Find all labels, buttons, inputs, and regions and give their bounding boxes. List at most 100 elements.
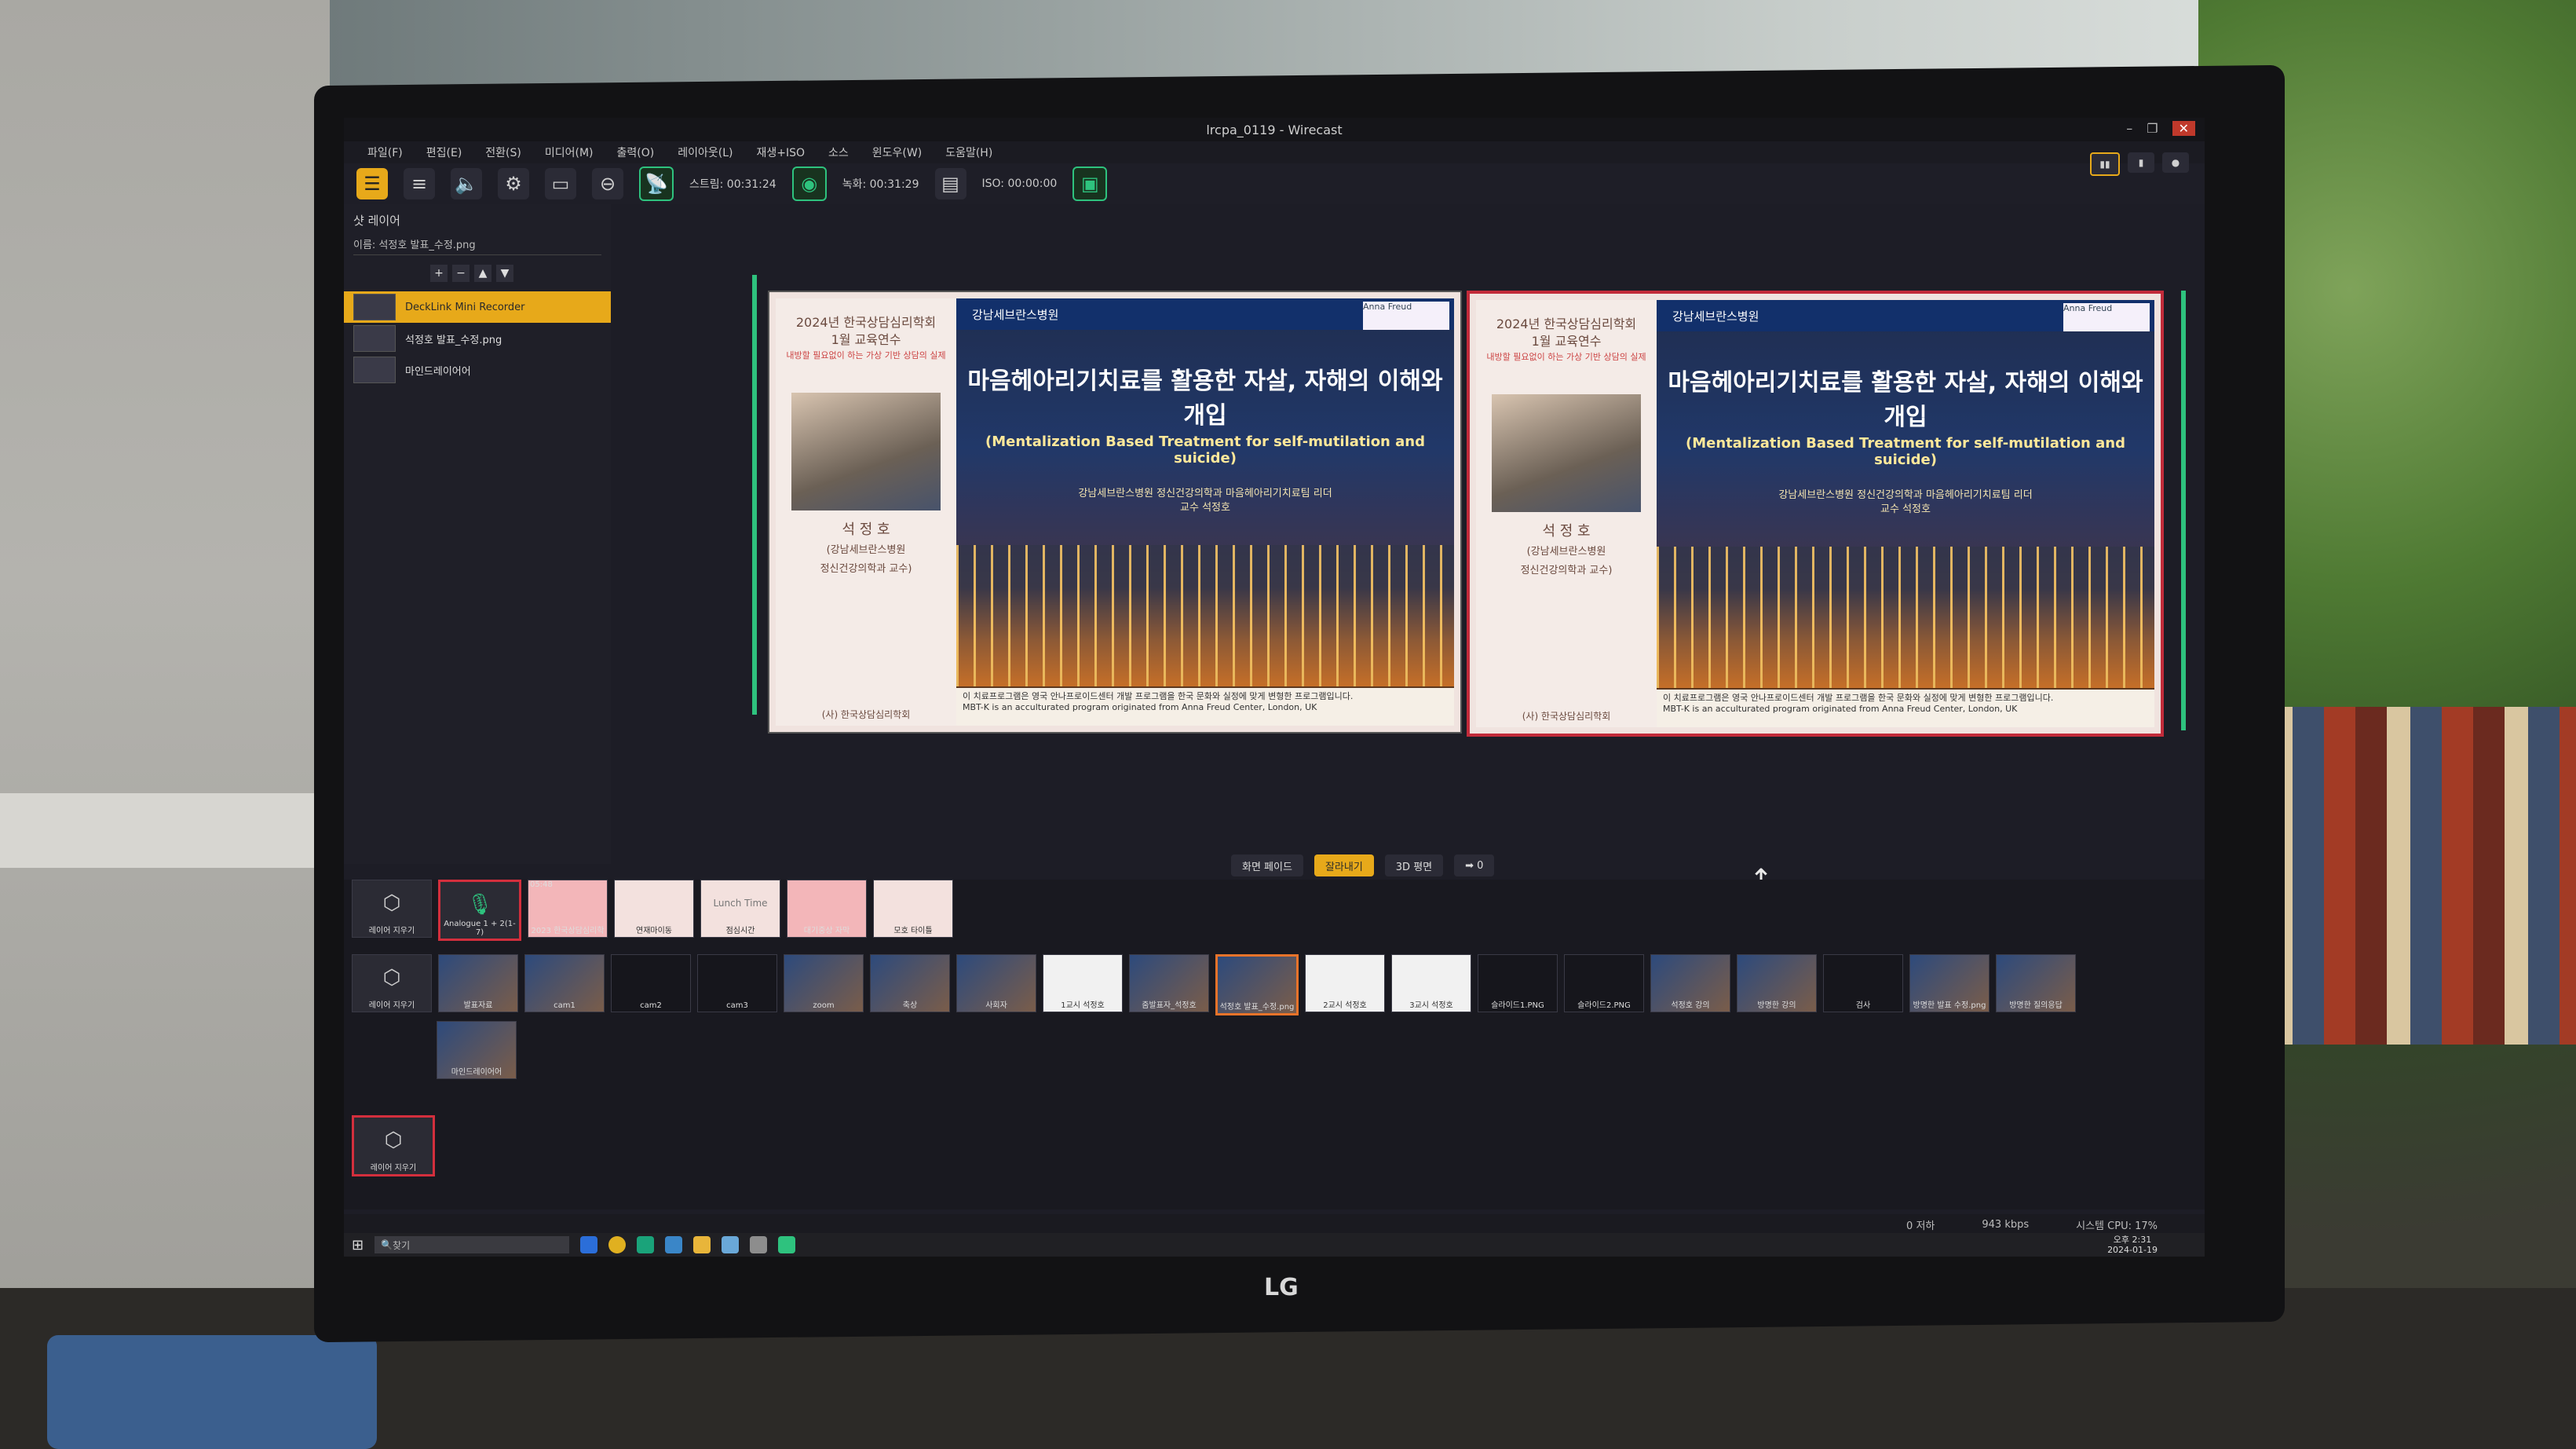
stream-icon[interactable]: 📡 — [639, 166, 674, 201]
shot-tile[interactable]: 발표자료 — [438, 954, 518, 1012]
cpu-usage: 시스템 CPU: 17% — [2076, 1220, 2158, 1232]
shot-tile[interactable]: 대기중상 자막 — [787, 880, 867, 938]
edge-icon[interactable] — [580, 1236, 598, 1253]
slide-presenter-name: 교수 석정호 — [1880, 503, 1931, 515]
shot-tile[interactable]: 검사 — [1823, 954, 1903, 1012]
transition-speed-button[interactable]: ➡ 0 — [1454, 854, 1495, 876]
menu-output[interactable]: 출력(O) — [617, 145, 655, 160]
sidebar-footer-org: (사) 한국상담심리학회 — [821, 709, 911, 720]
minimize-button[interactable]: – — [2126, 121, 2132, 136]
shot-duration-badge: 05:48 — [530, 880, 553, 889]
transition-mode-select[interactable]: 3D 평면 — [1384, 854, 1444, 876]
stream-timer: 스트림: 00:31:24 — [689, 178, 776, 191]
shot-tile[interactable]: 연재마이동 — [614, 880, 694, 938]
slide-presenter: 강남세브란스병원 정신건강의학과 마음헤아리기치료팀 리더 — [1078, 488, 1332, 499]
shot-tile[interactable]: 마인드레이어어 — [437, 1021, 517, 1079]
dual-view-button[interactable]: ▮▮ — [2090, 152, 2120, 176]
shot-tile[interactable]: 방명한 질의응답 — [1996, 954, 2076, 1012]
live-output-pane[interactable]: 2024년 한국상담심리학회 1월 교육연수 내방할 필요없이 하는 가상 기반… — [1467, 291, 2164, 737]
shot-tile[interactable]: 1교시 석정호 — [1043, 954, 1123, 1012]
iso-icon[interactable]: ▤ — [934, 168, 966, 199]
close-button[interactable]: ✕ — [2172, 121, 2195, 136]
city-night-image — [956, 545, 1454, 686]
slide-title: 마음헤아리기치료를 활용한 자살, 자해의 이해와 개입 — [1668, 369, 2143, 431]
shot-tile[interactable]: 슬라이드1.PNG — [1478, 954, 1558, 1012]
shot-tile[interactable]: 모호 타이틀 — [873, 880, 953, 938]
shot-tile[interactable]: 방명한 발표 수정.png — [1909, 954, 1990, 1012]
app-icon[interactable] — [722, 1236, 740, 1253]
edit-icon[interactable]: ▭ — [545, 168, 576, 199]
minus-circle-icon[interactable]: ⊖ — [592, 168, 623, 199]
menu-switch[interactable]: 전환(S) — [485, 145, 521, 160]
layers-icon: ⬡ — [382, 891, 401, 915]
go-button[interactable]: 잘라내기 — [1314, 854, 1374, 876]
app-icon[interactable] — [750, 1236, 768, 1253]
menu-source[interactable]: 소스 — [828, 145, 849, 160]
shot-tile[interactable]: 사회자 — [956, 954, 1036, 1012]
app-icon[interactable] — [637, 1236, 655, 1253]
layer-item[interactable]: 마인드레이어어 — [344, 354, 611, 386]
shot-tile[interactable]: 슬라이드2.PNG — [1564, 954, 1644, 1012]
shot-tile[interactable]: 🎙 Analogue 1 + 2(1-7) — [438, 880, 521, 941]
taskbar-search-input[interactable]: 🔍 찾기 — [375, 1236, 570, 1253]
menu-playback-iso[interactable]: 재생+ISO — [756, 145, 805, 160]
shot-tile-selected[interactable]: 석정호 발표_수정.png — [1215, 954, 1299, 1015]
menu-media[interactable]: 미디어(M) — [545, 145, 594, 160]
shot-tile[interactable]: 줌발표자_석정호 — [1129, 954, 1209, 1012]
layer-item[interactable]: 석정호 발표_수정.png — [344, 323, 611, 354]
record-icon[interactable]: ◉ — [791, 166, 827, 201]
layer-label: 마인드레이어어 — [405, 365, 471, 378]
shot-tile[interactable]: cam1 — [524, 954, 605, 1012]
shot-tile[interactable]: Lunch Time 점심시간 — [700, 880, 780, 938]
maximize-button[interactable]: ❐ — [2147, 121, 2158, 136]
shot-row-1: ⬡ 레이어 지우기 🎙 Analogue 1 + 2(1-7) 05:48 2023 … — [352, 880, 953, 941]
move-layer-down-button[interactable]: ▼ — [496, 265, 513, 282]
layers-icon: ⬡ — [384, 1129, 403, 1152]
live-audio-meter — [2181, 291, 2186, 730]
menu-file[interactable]: 파일(F) — [367, 145, 403, 160]
shot-tile[interactable]: cam2 — [611, 954, 691, 1012]
monitor-brand-logo: LG — [1264, 1274, 1299, 1301]
single-view-button[interactable]: ▮ — [2128, 152, 2154, 173]
shot-tile[interactable]: ⬡ 레이어 지우기 — [352, 1115, 435, 1176]
windows-start-icon[interactable]: ⊞ — [352, 1237, 364, 1253]
shot-tile[interactable]: 2교시 석정호 — [1305, 954, 1385, 1012]
shot-tile[interactable]: zoom — [784, 954, 864, 1012]
settings-icon[interactable]: ⚙ — [498, 168, 529, 199]
layer-item[interactable]: DeckLink Mini Recorder — [344, 291, 611, 323]
layer-label: DeckLink Mini Recorder — [405, 301, 525, 313]
move-layer-up-button[interactable]: ▲ — [474, 265, 491, 282]
layers-panel-title: 샷 레이어 — [353, 214, 400, 228]
live-view-button[interactable]: ● — [2162, 152, 2189, 173]
mixer-icon[interactable]: ≡ — [404, 168, 435, 199]
menu-help[interactable]: 도움말(H) — [945, 145, 992, 160]
add-layer-button[interactable]: + — [430, 265, 448, 282]
preview-pane[interactable]: 2024년 한국상담심리학회 1월 교육연수 내방할 필요없이 하는 가상 기반… — [768, 291, 1462, 734]
transition-type-select[interactable]: 화면 페이드 — [1231, 854, 1303, 876]
wirecast-icon[interactable] — [778, 1236, 796, 1253]
transition-controls: 화면 페이드 잘라내기 3D 평면 ➡ 0 — [1231, 854, 1495, 876]
org-title: 2024년 한국상담심리학회 — [795, 315, 937, 330]
shot-tile[interactable]: 석정호 강의 — [1650, 954, 1730, 1012]
shot-tile[interactable]: cam3 — [697, 954, 777, 1012]
shot-tile[interactable]: ⬡ 레이어 지우기 — [352, 954, 432, 1012]
chrome-icon[interactable] — [608, 1236, 627, 1253]
shot-tile[interactable]: 3교시 석정호 — [1391, 954, 1471, 1012]
menu-window[interactable]: 윈도우(W) — [872, 145, 922, 160]
shot-tile[interactable]: ⬡ 레이어 지우기 — [352, 880, 432, 938]
shot-tile[interactable]: 축상 — [870, 954, 950, 1012]
slide-presenter: 강남세브란스병원 정신건강의학과 마음헤아리기치료팀 리더 — [1778, 489, 2033, 501]
file-explorer-icon[interactable] — [693, 1236, 711, 1253]
audio-icon[interactable]: 🔈 — [451, 168, 482, 199]
menu-edit[interactable]: 편집(E) — [426, 145, 462, 160]
shot-tile[interactable]: 05:48 2023 한국상담심리학 — [528, 880, 608, 938]
speaker-affiliation: 정신건강의학과 교수) — [820, 563, 912, 575]
remove-layer-button[interactable]: − — [452, 265, 470, 282]
app-icon[interactable] — [665, 1236, 683, 1253]
monitor-icon[interactable]: ▣ — [1072, 166, 1108, 201]
speaker-name: 석 정 호 — [1542, 523, 1591, 540]
layers-icon[interactable]: ☰ — [356, 168, 388, 199]
menu-layout[interactable]: 레이아웃(L) — [678, 145, 733, 160]
layer-file-name: 이름: 석정호 발표_수정.png — [353, 236, 601, 255]
shot-tile[interactable]: 방명한 강의 — [1737, 954, 1817, 1012]
